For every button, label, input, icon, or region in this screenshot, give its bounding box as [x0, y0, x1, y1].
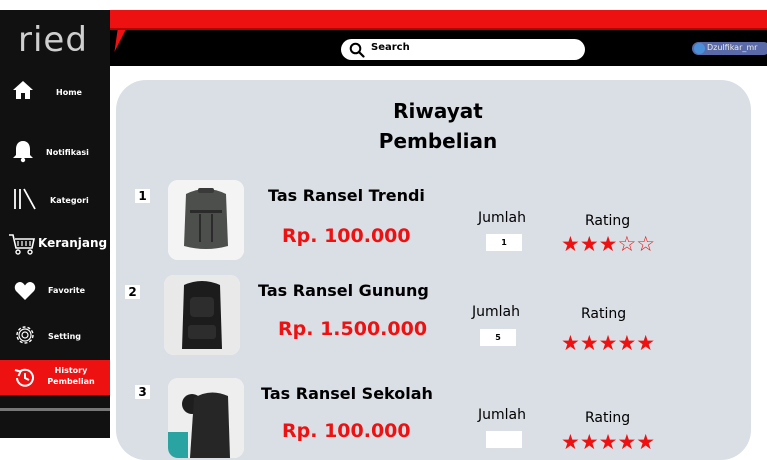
history-icon [14, 368, 34, 387]
search-input[interactable]: Search [341, 39, 585, 60]
sidebar-item-label: Notifikasi [46, 148, 89, 157]
sidebar-item-history-pembelian[interactable]: History Pembelian [0, 360, 110, 395]
page-title: Riwayat Pembelian [348, 96, 528, 156]
user-name: Dzulfikar_mr [707, 43, 758, 52]
sidebar-item-setting[interactable]: Setting [0, 322, 110, 350]
library-icon [14, 188, 36, 210]
sidebar-item-favorite[interactable]: Favorite [0, 279, 110, 305]
product-name: Tas Ransel Gunung [258, 281, 429, 300]
rating-stars: ★★★☆☆ [561, 232, 656, 256]
product-price: Rp. 100.000 [282, 420, 411, 442]
sidebar-item-notifikasi[interactable]: Notifikasi [0, 137, 110, 167]
sidebar-item-keranjang[interactable]: Keranjang [0, 230, 110, 258]
sidebar-item-label: Kategori [50, 196, 89, 205]
quantity-value: 1 [486, 234, 522, 251]
sidebar-item-home[interactable]: Home [0, 76, 110, 112]
sidebar-item-label-line1: History [54, 366, 88, 375]
product-image[interactable] [168, 180, 244, 260]
sidebar-item-label: Keranjang [38, 236, 108, 250]
quantity-value [486, 431, 522, 448]
sidebar-item-label: Home [56, 88, 82, 97]
sidebar-item-label: Favorite [48, 286, 86, 295]
quantity-value: 5 [480, 329, 516, 346]
order-number: 2 [125, 285, 140, 299]
heart-icon [14, 282, 36, 300]
app-logo: ried [18, 20, 88, 60]
user-profile-button[interactable]: Dzulfikar_mr [692, 42, 767, 55]
rating-stars: ★★★★★ [561, 430, 656, 454]
rating-label: Rating [585, 213, 631, 229]
search-icon [349, 42, 365, 58]
rating-label: Rating [581, 306, 627, 322]
gear-icon [16, 326, 34, 344]
sidebar-item-label: Setting [48, 332, 81, 341]
backpack-image [168, 378, 244, 458]
sidebar-divider [0, 408, 110, 411]
order-number: 1 [135, 189, 150, 203]
quantity-label: Jumlah [478, 407, 526, 423]
backpack-image [168, 180, 244, 260]
sidebar-item-label-line2: Pembelian [47, 377, 95, 386]
order-number: 3 [135, 385, 150, 399]
product-price: Rp. 1.500.000 [278, 318, 428, 340]
search-placeholder: Search [371, 42, 410, 53]
product-name: Tas Ransel Trendi [268, 186, 425, 205]
product-price: Rp. 100.000 [282, 225, 411, 247]
home-icon [13, 81, 33, 99]
backpack-image [164, 275, 240, 355]
rating-stars: ★★★★★ [561, 331, 656, 355]
page-title-line1: Riwayat [393, 99, 483, 123]
product-image[interactable] [168, 378, 244, 458]
sidebar-item-kategori[interactable]: Kategori [0, 186, 110, 216]
top-accent-bar [110, 10, 767, 29]
rating-label: Rating [585, 410, 631, 426]
product-name: Tas Ransel Sekolah [261, 384, 433, 403]
bell-icon [13, 141, 33, 163]
avatar [694, 43, 705, 54]
cart-icon [9, 234, 35, 255]
quantity-label: Jumlah [472, 304, 520, 320]
quantity-label: Jumlah [478, 210, 526, 226]
product-image[interactable] [164, 275, 240, 355]
page-title-line2: Pembelian [378, 129, 498, 153]
